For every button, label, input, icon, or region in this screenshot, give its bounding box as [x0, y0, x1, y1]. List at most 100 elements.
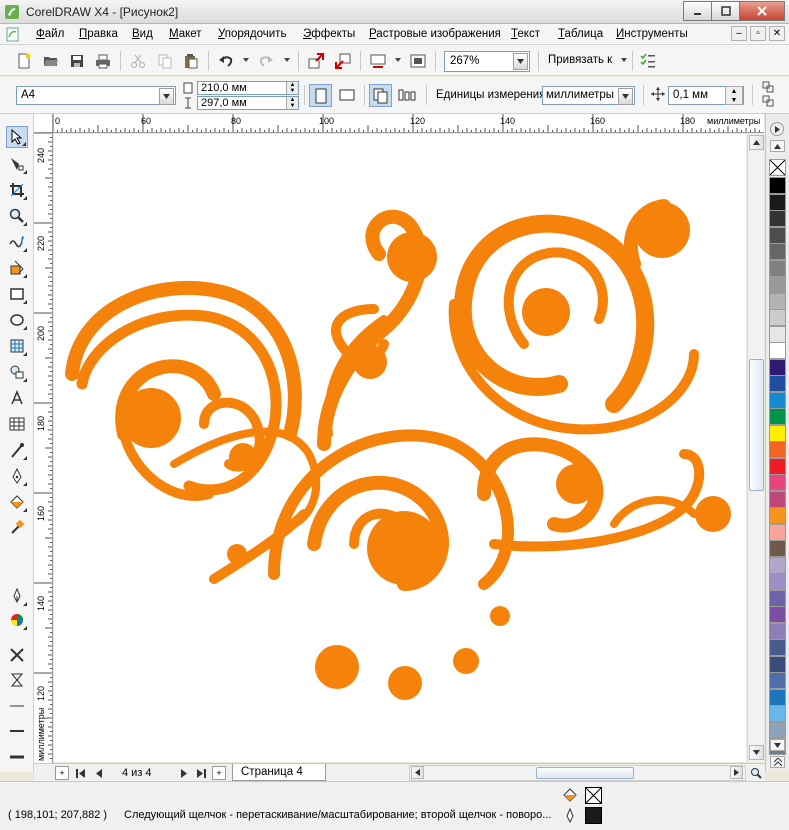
next-page-button[interactable]	[177, 766, 191, 780]
units-combo[interactable]: миллиметры	[542, 86, 635, 105]
palette-scroll-down-button[interactable]	[770, 739, 785, 751]
page-height-field[interactable]: 297,0 мм ▲ ▼	[197, 96, 299, 110]
color-swatch[interactable]	[769, 573, 786, 590]
menu-effects[interactable]: Эффекты	[303, 28, 355, 40]
color-swatch[interactable]	[769, 474, 786, 491]
interactive-fill-tool[interactable]	[6, 491, 28, 513]
color-swatch[interactable]	[769, 540, 786, 557]
scroll-left-button[interactable]	[411, 766, 424, 779]
color-swatch[interactable]	[769, 309, 786, 326]
scroll-down-button[interactable]	[749, 745, 764, 760]
print-button[interactable]	[93, 51, 113, 71]
fill-tool[interactable]	[6, 609, 28, 631]
current-fill-swatch[interactable]	[585, 787, 602, 804]
undo-button[interactable]	[216, 51, 236, 71]
polygon-tool[interactable]	[6, 335, 28, 357]
color-swatch[interactable]	[769, 523, 786, 541]
application-launcher-button[interactable]	[368, 51, 388, 71]
color-swatch[interactable]	[769, 193, 786, 211]
menu-view[interactable]: Вид	[132, 28, 153, 40]
blend-tool[interactable]	[6, 465, 28, 487]
color-swatch[interactable]	[769, 622, 786, 640]
scroll-up-button[interactable]	[749, 135, 764, 150]
scroll-right-button[interactable]	[730, 766, 743, 779]
color-swatch[interactable]	[769, 408, 786, 425]
color-swatch[interactable]	[769, 705, 786, 722]
palette-expand-button[interactable]	[770, 756, 785, 768]
options-button[interactable]	[638, 51, 658, 71]
current-outline-swatch[interactable]	[585, 807, 602, 824]
navigator-button[interactable]	[749, 766, 763, 780]
color-swatch[interactable]	[769, 721, 786, 739]
undo-dropdown-icon[interactable]	[243, 58, 249, 62]
color-swatch[interactable]	[769, 556, 786, 574]
color-swatch[interactable]	[769, 276, 786, 293]
zoom-dropdown-button[interactable]	[513, 53, 528, 70]
color-swatch[interactable]	[769, 342, 786, 359]
thin-outline-button[interactable]	[6, 695, 28, 717]
pick-tool[interactable]	[6, 126, 28, 148]
table-tool[interactable]	[6, 413, 28, 435]
color-swatch[interactable]	[769, 441, 786, 458]
maximize-button[interactable]	[711, 1, 740, 21]
menu-file[interactable]: Файл	[36, 28, 64, 40]
horizontal-scrollbar[interactable]	[409, 765, 746, 781]
menu-bitmaps[interactable]: Растровые изображения	[369, 28, 501, 40]
add-page-after-button[interactable]: +	[212, 766, 226, 780]
export-button[interactable]	[333, 51, 353, 71]
paste-button[interactable]	[181, 51, 201, 71]
new-document-button[interactable]	[14, 51, 34, 71]
menu-arrange[interactable]: Упорядочить	[218, 28, 286, 40]
hairline-outline-button[interactable]	[6, 669, 28, 691]
portrait-button[interactable]	[309, 84, 332, 107]
snap-to-button[interactable]: Привязать к	[548, 54, 612, 66]
vertical-ruler[interactable]: 240 220 200 180 160 140 120 миллиметры	[34, 133, 53, 763]
menu-tools[interactable]: Инструменты	[616, 28, 688, 40]
medium-outline-button[interactable]	[6, 720, 28, 742]
no-color-swatch[interactable]	[769, 159, 786, 176]
open-button[interactable]	[41, 51, 61, 71]
page-height-spinner[interactable]: ▲ ▼	[286, 97, 298, 109]
color-swatch[interactable]	[769, 391, 786, 409]
page-width-field[interactable]: 210,0 мм ▲ ▼	[197, 81, 299, 95]
page-size-dropdown-button[interactable]	[159, 88, 174, 105]
crop-tool[interactable]	[6, 179, 28, 201]
palette-menu-button[interactable]	[770, 122, 784, 136]
document-icon[interactable]	[6, 27, 20, 42]
color-swatch[interactable]	[769, 688, 786, 706]
copy-button[interactable]	[155, 51, 175, 71]
menu-layout[interactable]: Макет	[169, 28, 202, 40]
page-size-combo[interactable]: A4	[16, 86, 176, 105]
close-button[interactable]	[739, 1, 785, 21]
outline-tool[interactable]	[6, 585, 28, 607]
zoom-level-combo[interactable]: 267%	[444, 51, 530, 72]
last-page-button[interactable]	[194, 766, 208, 780]
text-tool[interactable]	[6, 387, 28, 409]
shape-tool[interactable]	[6, 153, 28, 175]
ruler-origin[interactable]	[34, 114, 53, 133]
doc-close-button[interactable]: ✕	[769, 26, 785, 41]
first-page-button[interactable]	[73, 766, 87, 780]
color-swatch[interactable]	[769, 177, 786, 194]
zoom-tool[interactable]	[6, 205, 28, 227]
color-swatch[interactable]	[769, 639, 786, 656]
color-swatch[interactable]	[769, 375, 786, 392]
doc-minimize-button[interactable]: –	[731, 26, 747, 41]
color-swatch[interactable]	[769, 358, 786, 376]
palette-scroll-up-button[interactable]	[770, 140, 785, 152]
no-outline-button[interactable]	[6, 644, 28, 666]
rectangle-tool[interactable]	[6, 283, 28, 305]
doc-restore-button[interactable]: ▫	[750, 26, 766, 41]
color-swatch[interactable]	[769, 507, 786, 524]
import-button[interactable]	[306, 51, 326, 71]
horizontal-ruler[interactable]: 0 60 80 100 120 140 160 180 миллиметры	[53, 114, 764, 133]
freehand-tool[interactable]	[6, 231, 28, 253]
swirl-artwork[interactable]	[54, 134, 746, 762]
color-swatch[interactable]	[769, 210, 786, 227]
previous-page-button[interactable]	[91, 766, 105, 780]
page-tab[interactable]: Страница 4	[232, 764, 326, 781]
color-swatch[interactable]	[769, 672, 786, 689]
menu-text[interactable]: Текст	[511, 28, 540, 40]
color-swatch[interactable]	[769, 325, 786, 343]
vertical-scrollbar[interactable]	[747, 134, 764, 762]
